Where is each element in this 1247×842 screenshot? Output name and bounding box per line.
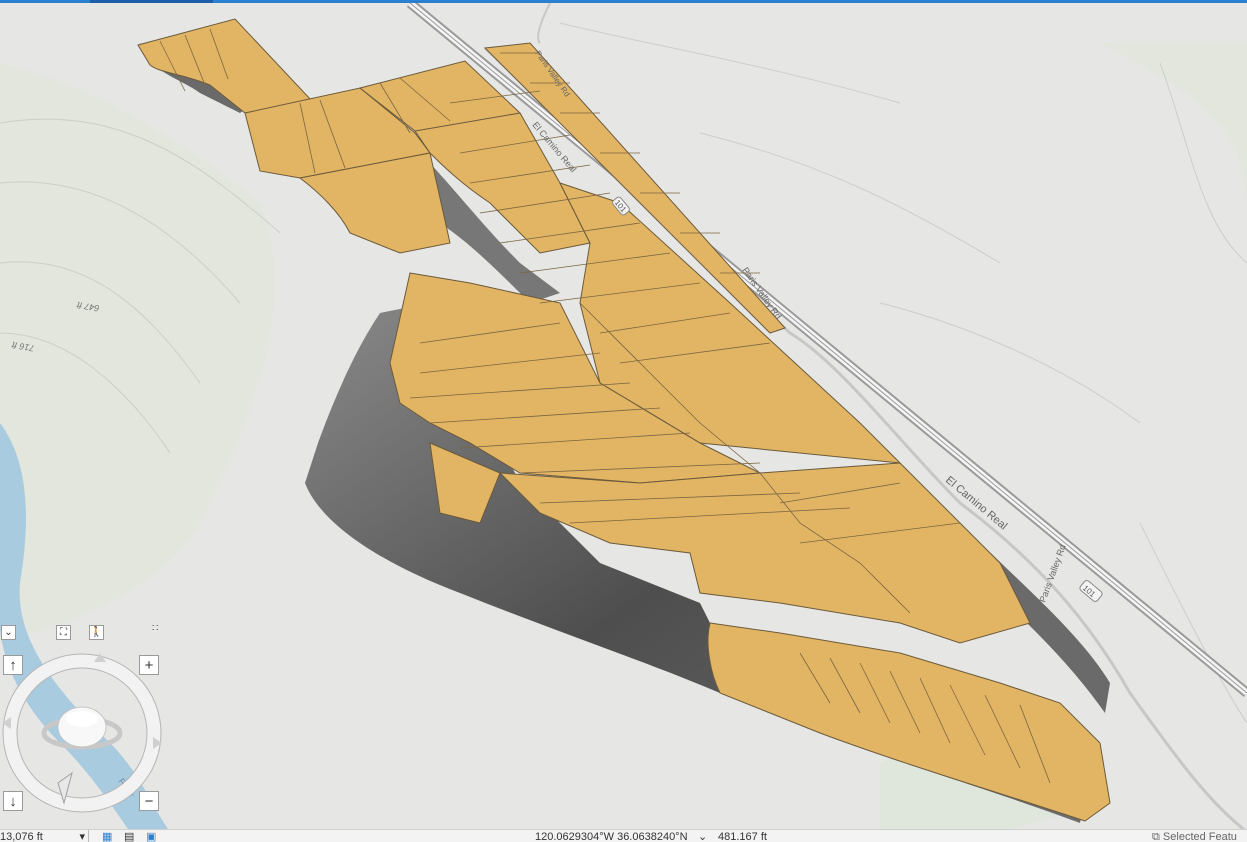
coordinates-readout: 120.0629304°W 36.0638240°N [535,831,688,842]
full-extent-icon: ⛶ [60,627,67,638]
map-view[interactable]: River El Camino Real El Camino Real Pari… [0,0,1247,842]
snap-icon[interactable]: ▣ [146,830,156,842]
chevron-down-icon: ⌄ [4,627,13,638]
select-icon: ⧉ [1152,831,1160,842]
navigator[interactable] [2,653,162,813]
map-canvas[interactable]: River El Camino Real El Camino Real Pari… [0,3,1247,832]
navigator-collapse-button[interactable]: ⌄ [1,625,16,640]
selected-features-label[interactable]: ⧉ Selected Featu [1152,830,1237,842]
walk-icon: 🚶 [90,627,103,638]
grip-icon[interactable]: ∷ [152,623,158,634]
scale-value: 13,076 ft [0,831,43,842]
chevron-down-icon[interactable]: ⌄ [698,830,707,842]
walk-mode-button[interactable]: 🚶 [89,625,104,640]
selected-features-text: Selected Featu [1162,831,1237,842]
elevation-readout: 481.167 ft [718,831,767,842]
table-icon[interactable]: ▤ [124,830,134,842]
status-bar: 13,076 ft ▾ ▦ ▤ ▣ 120.0629304°W 36.06382… [0,829,1247,842]
scale-selector[interactable]: 13,076 ft ▾ [0,830,89,842]
grid-icon[interactable]: ▦ [102,830,112,842]
full-extent-button[interactable]: ⛶ [56,625,71,640]
chevron-down-icon: ▾ [79,831,85,842]
